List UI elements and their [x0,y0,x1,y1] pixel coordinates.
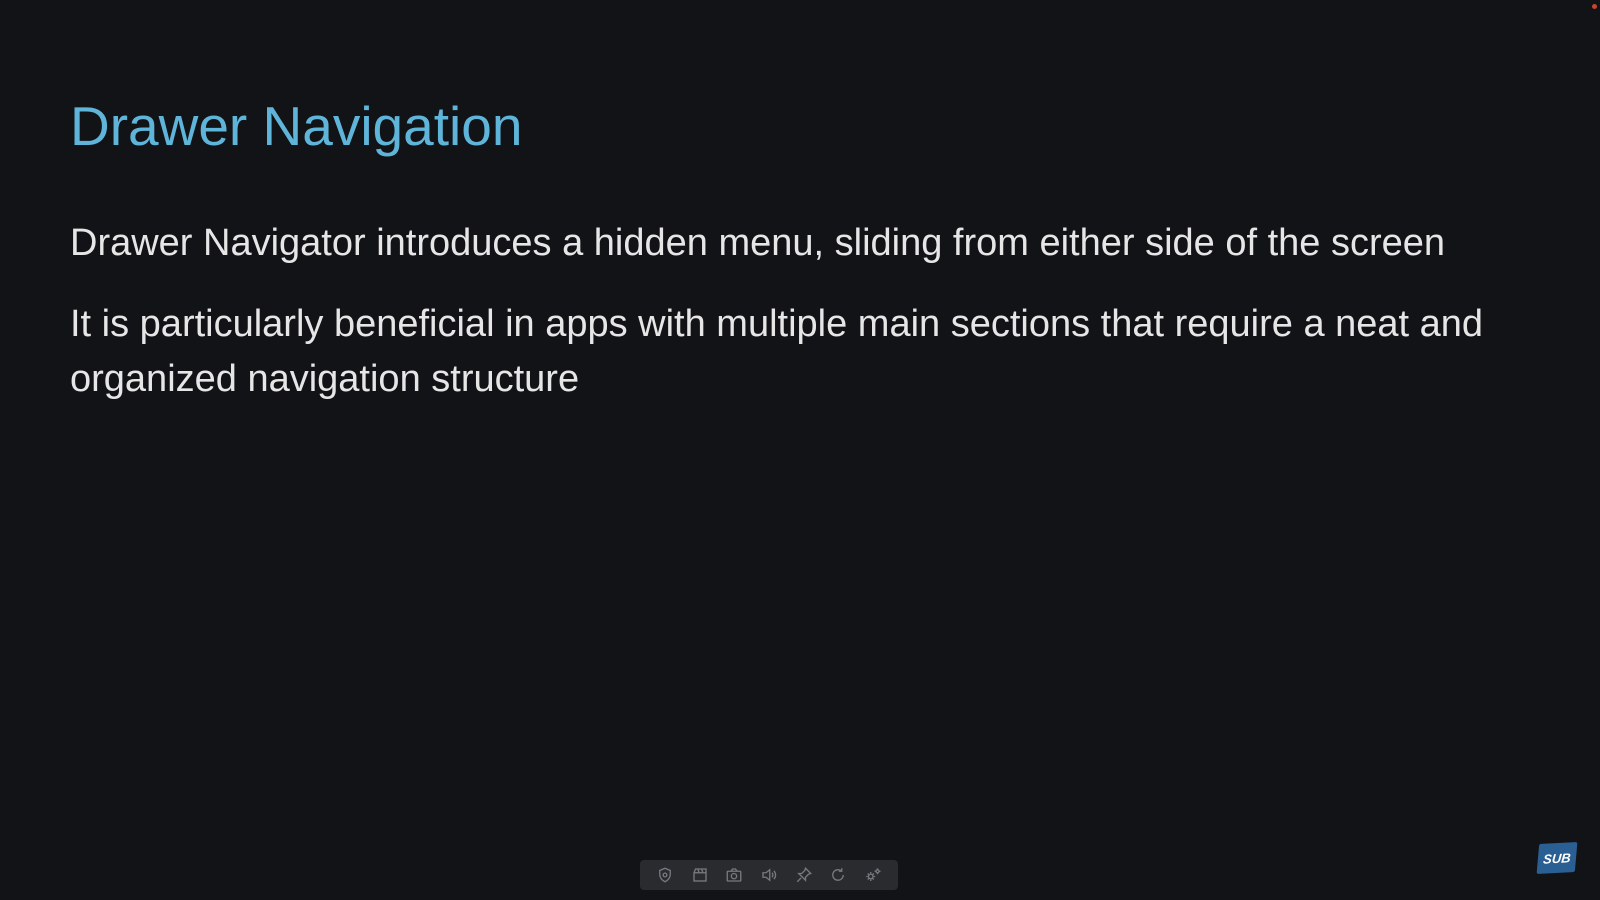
shield-button[interactable] [653,863,677,887]
slide: Drawer Navigation Drawer Navigator intro… [0,0,1600,900]
bullet-item: Drawer Navigator introduces a hidden men… [70,222,1446,264]
settings-button[interactable] [861,863,885,887]
refresh-icon [832,868,845,881]
shield-icon [659,867,672,883]
slide-title: Drawer Navigation [70,95,523,157]
camera-button[interactable] [722,863,746,887]
recording-indicator [1592,4,1597,9]
pin-button[interactable] [792,863,816,887]
player-toolbar [640,860,898,890]
refresh-button[interactable] [826,863,850,887]
clapperboard-icon [693,868,707,882]
speaker-icon [762,868,777,882]
settings-icon [865,868,881,881]
clapperboard-button[interactable] [688,863,712,887]
pin-icon [796,867,812,883]
camera-icon [726,868,742,882]
speaker-button[interactable] [757,863,781,887]
subscribe-badge[interactable]: SUB [1536,842,1578,874]
bullet-list: Drawer Navigator introduces a hidden men… [70,216,1550,433]
bullet-item: It is particularly beneficial in apps wi… [70,303,1484,400]
